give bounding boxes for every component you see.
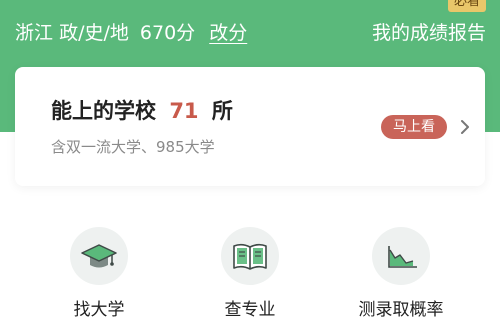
search-major-icon-bg [221,227,279,285]
find-university-tool[interactable]: 找大学 [39,222,159,325]
admission-probability-icon-bg [372,227,430,285]
card-title: 能上的学校 71 所 [51,95,233,125]
admission-probability-label: 测录取概率 [358,300,444,320]
eligible-schools-card[interactable]: 能上的学校 71 所 含双一流大学、985大学 马上看 [15,67,485,186]
app-screen: 浙江 政/史/地 670分 改分 必看 我的成绩报告 能上的学校 71 所 含双… [0,0,500,325]
tool-grid: 找大学 查专业 测录取概率 [0,222,500,325]
area-chart-icon [388,246,417,268]
find-university-icon-bg [70,227,128,285]
edit-score-link[interactable]: 改分 [209,22,247,44]
school-count: 71 [169,99,199,123]
graduation-cap-icon [81,244,117,268]
card-title-suffix: 所 [211,99,233,123]
admission-probability-tool[interactable]: 测录取概率 [341,222,461,325]
card-subtitle: 含双一流大学、985大学 [51,138,215,156]
card-title-prefix: 能上的学校 [51,99,156,123]
view-now-button[interactable]: 马上看 [381,115,447,139]
subjects-label: 政/史/地 [59,22,129,44]
search-major-tool[interactable]: 查专业 [190,222,310,325]
top-bar: 浙江 政/史/地 670分 改分 必看 我的成绩报告 [0,0,500,66]
must-see-badge: 必看 [447,0,486,12]
chevron-right-icon[interactable] [455,117,475,137]
search-major-label: 查专业 [224,300,276,320]
score-info: 浙江 政/史/地 670分 改分 [15,20,247,46]
province-label: 浙江 [15,22,54,44]
open-book-icon [233,243,267,270]
find-university-label: 找大学 [73,300,125,320]
score-report-link[interactable]: 我的成绩报告 [372,20,486,46]
score-value: 670分 [139,22,196,44]
